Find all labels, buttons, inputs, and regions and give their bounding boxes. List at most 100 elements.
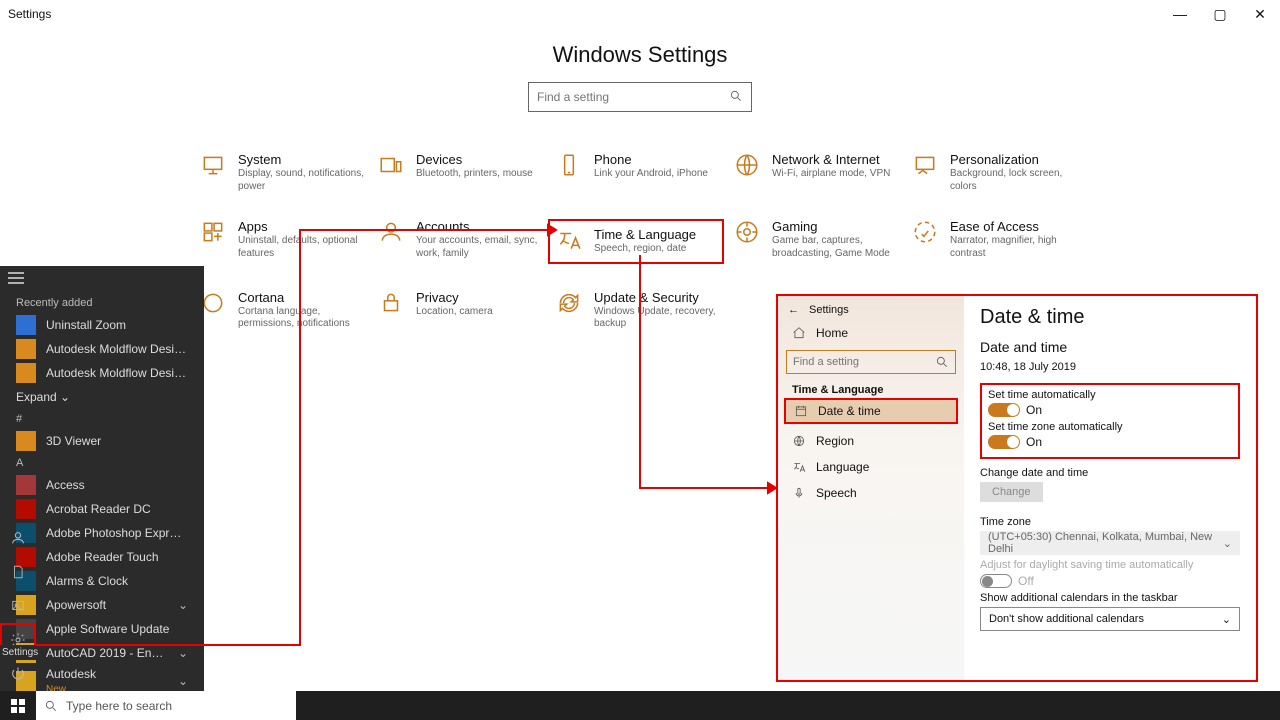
category-desc: Game bar, captures, broadcasting, Game M… (772, 235, 902, 260)
category-gaming[interactable]: GamingGame bar, captures, broadcasting, … (734, 219, 902, 264)
chevron-down-icon: ⌄ (178, 598, 188, 612)
addcal-label: Show additional calendars in the taskbar (980, 592, 1240, 604)
change-button: Change (980, 482, 1043, 502)
category-ease[interactable]: Ease of AccessNarrator, magnifier, high … (912, 219, 1080, 264)
category-privacy[interactable]: PrivacyLocation, camera (378, 290, 546, 331)
category-personalization[interactable]: PersonalizationBackground, lock screen, … (912, 152, 1080, 193)
toggle-on-text: On (1026, 403, 1042, 417)
taskbar-search-placeholder: Type here to search (66, 699, 172, 713)
category-accounts[interactable]: AccountsYour accounts, email, sync, work… (378, 219, 546, 264)
category-title: Ease of Access (950, 219, 1080, 234)
start-group-letter[interactable]: A (0, 453, 204, 473)
category-title: Accounts (416, 219, 546, 234)
start-button[interactable] (0, 691, 36, 720)
category-title: Update & Security (594, 290, 724, 305)
power-icon[interactable] (0, 657, 36, 691)
pictures-icon[interactable] (0, 589, 36, 623)
start-group-letter[interactable]: # (0, 409, 204, 429)
category-desc: Location, camera (416, 306, 493, 319)
category-network[interactable]: Network & InternetWi-Fi, airplane mode, … (734, 152, 902, 193)
start-app-item[interactable]: 3D Viewer (0, 429, 204, 453)
settings-datetime-window: ← Settings Home Time & Language Date & t… (776, 294, 1258, 682)
titlebar: Settings (0, 0, 1280, 28)
taskbar: Type here to search (0, 691, 1280, 720)
hamburger-icon[interactable] (0, 266, 204, 293)
apps-icon (200, 219, 226, 245)
chevron-down-icon: ⌄ (178, 646, 188, 660)
maximize-button[interactable]: ▢ (1200, 0, 1240, 28)
category-desc: Link your Android, iPhone (594, 168, 708, 181)
taskbar-search[interactable]: Type here to search (36, 691, 296, 720)
time-icon (556, 227, 582, 253)
privacy-icon (378, 290, 404, 316)
auto-time-group: Set time automatically On Set time zone … (980, 383, 1240, 459)
set-time-auto-toggle[interactable] (988, 403, 1020, 417)
set-tz-auto-label: Set time zone automatically (988, 421, 1232, 433)
settings-header-label: Settings (809, 304, 849, 316)
category-phone[interactable]: PhoneLink your Android, iPhone (556, 152, 724, 193)
sidebar-search-input[interactable] (793, 356, 935, 368)
close-button[interactable]: ✕ (1240, 0, 1280, 28)
category-title: Apps (238, 219, 368, 234)
category-desc: Bluetooth, printers, mouse (416, 168, 533, 181)
sidebar-item-language[interactable]: Language (778, 454, 964, 480)
minimize-button[interactable]: — (1160, 0, 1200, 28)
gaming-icon (734, 219, 760, 245)
start-app-item[interactable]: Acrobat Reader DC (0, 497, 204, 521)
chevron-down-icon: ⌄ (1222, 613, 1231, 626)
start-app-item[interactable]: Access (0, 473, 204, 497)
category-cortana[interactable]: CortanaCortana language, permissions, no… (200, 290, 368, 331)
category-devices[interactable]: DevicesBluetooth, printers, mouse (378, 152, 546, 193)
category-apps[interactable]: AppsUninstall, defaults, optional featur… (200, 219, 368, 264)
category-title: Personalization (950, 152, 1080, 167)
sidebar-item-date-time[interactable]: Date & time (784, 398, 958, 424)
page-title: Windows Settings (0, 42, 1280, 68)
category-desc: Speech, region, date (594, 243, 696, 256)
update-icon (556, 290, 582, 316)
window-controls: — ▢ ✕ (1160, 0, 1280, 28)
tz-label: Time zone (980, 516, 1240, 528)
back-button[interactable]: ← (788, 304, 799, 316)
category-title: Time & Language (594, 227, 696, 242)
set-time-auto-label: Set time automatically (988, 389, 1232, 401)
toggle-on-text: On (1026, 435, 1042, 449)
category-system[interactable]: SystemDisplay, sound, notifications, pow… (200, 152, 368, 193)
start-recent-item[interactable]: Uninstall Zoom (0, 313, 204, 337)
accounts-icon (378, 219, 404, 245)
expand-recent[interactable]: Expand ⌄ (0, 385, 204, 409)
sidebar-group-title: Time & Language (778, 378, 964, 398)
sidebar-item-region[interactable]: Region (778, 428, 964, 454)
category-desc: Wi-Fi, airplane mode, VPN (772, 168, 890, 181)
system-icon (200, 152, 226, 178)
sidebar-item-speech[interactable]: Speech (778, 480, 964, 506)
addcal-dropdown[interactable]: Don't show additional calendars⌄ (980, 607, 1240, 631)
documents-icon[interactable] (0, 555, 36, 589)
content-title: Date & time (980, 306, 1240, 329)
sidebar-item-home[interactable]: Home (778, 320, 964, 346)
user-icon[interactable] (0, 521, 36, 555)
recently-added-label: Recently added (0, 293, 204, 313)
devices-icon (378, 152, 404, 178)
category-title: Gaming (772, 219, 902, 234)
category-desc: Cortana language, permissions, notificat… (238, 306, 368, 331)
search-icon (729, 89, 743, 106)
section-date-time: Date and time (980, 339, 1240, 355)
phone-icon (556, 152, 582, 178)
settings-content: Date & time Date and time 10:48, 18 July… (964, 296, 1256, 680)
start-recent-item[interactable]: Autodesk Moldflow Design Configur... (0, 361, 204, 385)
start-recent-item[interactable]: Autodesk Moldflow Design 2019 (0, 337, 204, 361)
sidebar-search[interactable] (786, 350, 956, 374)
category-time[interactable]: Time & LanguageSpeech, region, date (548, 219, 724, 264)
category-title: Phone (594, 152, 708, 167)
change-dt-label: Change date and time (980, 467, 1240, 479)
category-title: System (238, 152, 368, 167)
search-input[interactable] (537, 90, 729, 104)
dst-label: Adjust for daylight saving time automati… (980, 559, 1240, 571)
set-tz-auto-toggle[interactable] (988, 435, 1020, 449)
tz-dropdown: (UTC+05:30) Chennai, Kolkata, Mumbai, Ne… (980, 531, 1240, 555)
category-desc: Narrator, magnifier, high contrast (950, 235, 1080, 260)
network-icon (734, 152, 760, 178)
settings-search[interactable] (528, 82, 752, 112)
category-update[interactable]: Update & SecurityWindows Update, recover… (556, 290, 724, 331)
window-title: Settings (8, 7, 51, 21)
